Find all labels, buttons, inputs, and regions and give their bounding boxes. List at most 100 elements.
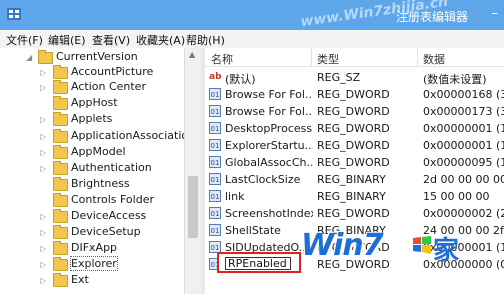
windows-flag-icon xyxy=(413,236,431,254)
tree-item[interactable]: ▷ Ext xyxy=(0,273,184,288)
value-name: ShellState xyxy=(225,224,281,237)
value-data: 0x00000001 (1) xyxy=(423,122,504,135)
folder-icon xyxy=(53,241,68,255)
tree-item-label: Explorer xyxy=(70,256,118,271)
value-type: REG_DWORD xyxy=(317,156,390,169)
value-row[interactable]: ab (默认) REG_SZ (数值未设置) xyxy=(205,69,504,86)
value-row[interactable]: 01 GlobalAssocCh... REG_DWORD 0x00000095… xyxy=(205,154,504,171)
tree-item[interactable]: AppHost xyxy=(0,96,184,111)
tree-item-label: AppModel xyxy=(71,145,126,158)
win7-watermark-logo: Win7 家 xyxy=(301,228,459,272)
value-row[interactable]: 01 link REG_BINARY 15 00 00 00 xyxy=(205,188,504,205)
expand-right-icon[interactable]: ▷ xyxy=(40,260,46,269)
binary-value-icon: 01 xyxy=(209,207,221,219)
tree-item-label: Controls Folder xyxy=(71,193,154,206)
binary-value-icon: 01 xyxy=(209,173,221,185)
value-row[interactable]: 01 DesktopProcess REG_DWORD 0x00000001 (… xyxy=(205,120,504,137)
rename-value-input[interactable] xyxy=(225,257,291,270)
column-divider[interactable] xyxy=(311,48,312,66)
folder-icon xyxy=(53,161,68,175)
tree-item-label: DeviceSetup xyxy=(71,225,141,238)
scroll-up-icon[interactable]: ▲ xyxy=(189,50,195,59)
expand-right-icon[interactable]: ▷ xyxy=(40,132,46,141)
tree-item[interactable]: ▷ AccountPicture xyxy=(0,65,184,80)
window-control-icon[interactable]: – xyxy=(492,6,499,21)
tree-item[interactable]: ▷ Applets xyxy=(0,112,184,127)
tree-item-explorer[interactable]: ▷ Explorer xyxy=(0,256,184,272)
expand-right-icon[interactable]: ▷ xyxy=(40,244,46,253)
folder-icon xyxy=(53,145,68,159)
value-row[interactable]: 01 ScreenshotIndex REG_DWORD 0x00000002 … xyxy=(205,205,504,222)
value-name: Browse For Fol... xyxy=(225,88,313,101)
registry-tree[interactable]: ◢ CurrentVersion ▷ AccountPicture ▷ Acti… xyxy=(0,48,184,294)
tree-item-label: CurrentVersion xyxy=(56,50,138,63)
value-name: LastClockSize xyxy=(225,173,301,186)
watermark-logo-text: Win7 xyxy=(301,228,384,263)
expand-right-icon[interactable]: ▷ xyxy=(40,228,46,237)
menu-file[interactable]: 文件(F) xyxy=(6,32,43,48)
string-value-icon: ab xyxy=(209,71,222,83)
value-name: link xyxy=(225,190,245,203)
expand-right-icon[interactable]: ▷ xyxy=(40,212,46,221)
value-type: REG_DWORD xyxy=(317,88,390,101)
column-header-type[interactable]: 类型 xyxy=(317,51,339,67)
value-data: 0x00000173 (37 xyxy=(423,105,504,118)
folder-icon xyxy=(53,96,68,110)
folder-icon xyxy=(53,80,68,94)
expand-down-icon[interactable]: ◢ xyxy=(26,53,32,62)
value-row[interactable]: 01 ExplorerStartu... REG_DWORD 0x0000000… xyxy=(205,137,504,154)
tree-item-label: Action Center xyxy=(71,80,146,93)
expand-right-icon[interactable]: ▷ xyxy=(40,276,46,285)
expand-right-icon[interactable]: ▷ xyxy=(40,148,46,157)
menu-help[interactable]: 帮助(H) xyxy=(186,32,225,48)
value-type: REG_SZ xyxy=(317,71,361,84)
tree-item[interactable]: Controls Folder xyxy=(0,193,184,208)
expand-right-icon[interactable]: ▷ xyxy=(40,83,46,92)
value-type: REG_DWORD xyxy=(317,122,390,135)
tree-item-label: AccountPicture xyxy=(71,65,154,78)
tree-item[interactable]: ▷ Authentication xyxy=(0,161,184,176)
tree-item[interactable]: ▷ AppModel xyxy=(0,145,184,160)
folder-icon xyxy=(53,65,68,79)
tree-item[interactable]: ▷ DeviceSetup xyxy=(0,225,184,240)
tree-item-label: Applets xyxy=(71,112,113,125)
value-row[interactable]: 01 LastClockSize REG_BINARY 2d 00 00 00 … xyxy=(205,171,504,188)
binary-value-icon: 01 xyxy=(209,224,221,236)
value-data: 0x00000002 (2) xyxy=(423,207,504,220)
folder-icon xyxy=(53,193,68,207)
tree-item[interactable]: ▷ ApplicationAssociatio xyxy=(0,129,184,144)
binary-value-icon: 01 xyxy=(209,190,221,202)
binary-value-icon: 01 xyxy=(209,88,221,100)
value-row[interactable]: 01 Browse For Fol... REG_DWORD 0x0000016… xyxy=(205,86,504,103)
menu-view[interactable]: 查看(V) xyxy=(92,32,130,48)
binary-value-icon: 01 xyxy=(209,105,221,117)
binary-value-icon: 01 xyxy=(209,139,221,151)
menu-edit[interactable]: 编辑(E) xyxy=(48,32,86,48)
expand-right-icon[interactable]: ▷ xyxy=(40,115,46,124)
tree-item-label: Authentication xyxy=(71,161,152,174)
folder-icon xyxy=(53,177,68,191)
menu-bar: 文件(F) 编辑(E) 查看(V) 收藏夹(A) 帮助(H) xyxy=(0,30,504,49)
column-divider[interactable] xyxy=(417,48,418,66)
list-header: 名称 类型 数据 xyxy=(205,48,504,67)
folder-icon xyxy=(53,273,68,287)
value-type: REG_DWORD xyxy=(317,207,390,220)
binary-value-icon: 01 xyxy=(209,122,221,134)
tree-item[interactable]: ▷ DeviceAccess xyxy=(0,209,184,224)
tree-item[interactable]: Brightness xyxy=(0,177,184,192)
expand-right-icon[interactable]: ▷ xyxy=(40,164,46,173)
tree-item[interactable]: ▷ DIFxApp xyxy=(0,241,184,256)
value-data: 0x00000168 (36 xyxy=(423,88,504,101)
tree-scrollbar[interactable]: ▲ xyxy=(184,48,201,294)
menu-favorites[interactable]: 收藏夹(A) xyxy=(136,32,185,48)
column-header-name[interactable]: 名称 xyxy=(211,51,233,67)
value-data: 2d 00 00 00 00 0 xyxy=(423,173,504,186)
tree-item[interactable]: ▷ Action Center xyxy=(0,80,184,95)
folder-icon xyxy=(38,50,53,64)
value-row[interactable]: 01 Browse For Fol... REG_DWORD 0x0000017… xyxy=(205,103,504,120)
column-header-data[interactable]: 数据 xyxy=(423,51,445,67)
regedit-app-icon[interactable] xyxy=(6,6,22,22)
tree-item-currentversion[interactable]: ◢ CurrentVersion xyxy=(0,50,184,65)
scrollbar-thumb[interactable] xyxy=(188,176,198,238)
expand-right-icon[interactable]: ▷ xyxy=(40,68,46,77)
